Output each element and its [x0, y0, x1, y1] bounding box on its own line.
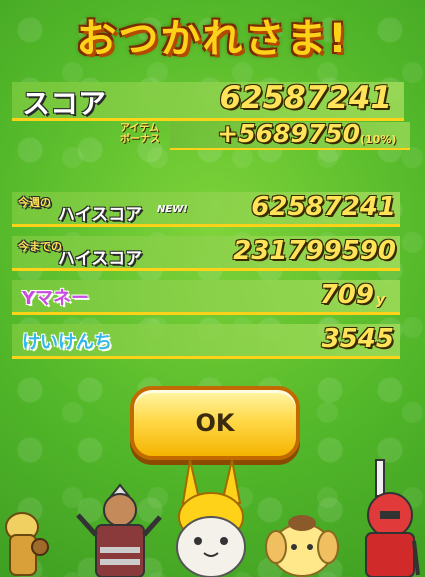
ymoney-label: Yマネー: [22, 288, 90, 309]
item-bonus-label-bottom: ボーナス: [120, 134, 160, 145]
score-label: スコア: [22, 87, 107, 120]
warrior-character: [76, 483, 162, 577]
item-bonus-label-top: アイテム: [120, 123, 159, 134]
jar-character: [5, 512, 49, 576]
item-bonus-value: +5689750: [217, 119, 360, 148]
ymoney-value: 709: [319, 280, 374, 310]
alltime-highscore-value: 231799590: [233, 236, 396, 266]
weekly-highscore-label: ハイスコア: [58, 205, 143, 225]
ymoney-unit: y: [376, 292, 386, 308]
cat-character: [176, 459, 246, 577]
alltime-highscore-small-label: 今までの: [18, 240, 62, 253]
new-badge: NEW!: [157, 204, 188, 215]
exp-value: 3545: [321, 324, 394, 354]
score-value: 62587241: [219, 80, 392, 116]
weekly-highscore-value: 62587241: [251, 192, 396, 222]
ok-button[interactable]: OK: [130, 386, 300, 460]
item-bonus-percent: (10%): [360, 133, 397, 146]
pudding-dog-character: [265, 515, 339, 577]
page-title: おつかれさま!: [76, 16, 349, 62]
red-character: [365, 459, 420, 577]
alltime-highscore-label: ハイスコア: [58, 249, 143, 269]
weekly-highscore-small-label: 今週の: [18, 196, 51, 209]
character-lineup: [5, 459, 420, 577]
exp-label: けいけんち: [22, 332, 112, 353]
ok-button-label: OK: [195, 409, 235, 437]
result-header: おつかれさま!: [0, 0, 425, 70]
